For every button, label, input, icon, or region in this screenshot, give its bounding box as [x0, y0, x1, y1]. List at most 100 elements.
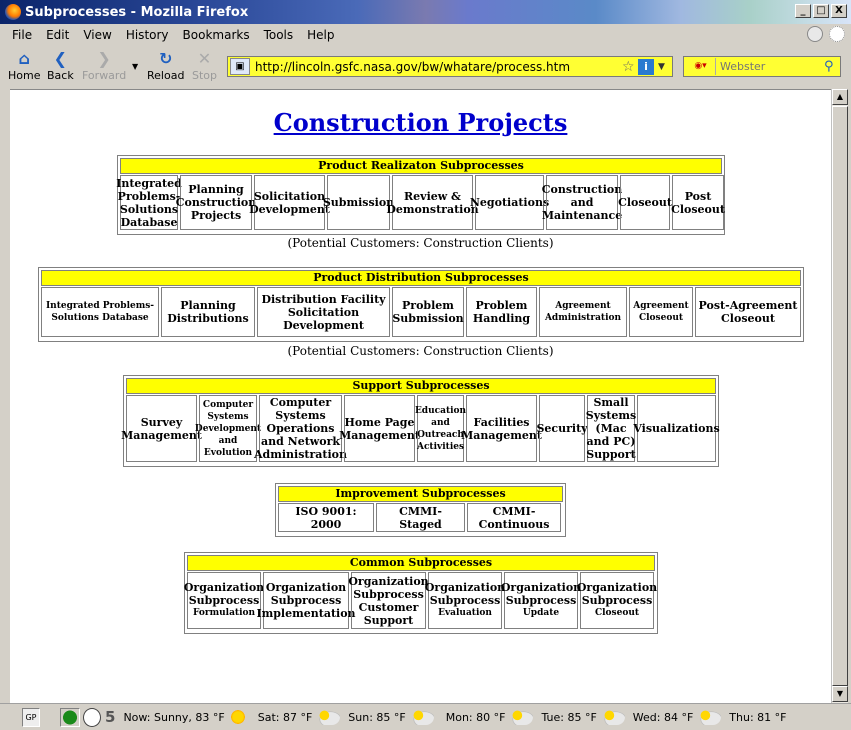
table-cell: Review & Demonstration [386, 175, 479, 230]
product-distribution-table: Product Distribution Subprocesses Integr… [38, 267, 804, 342]
home-label: Home [8, 69, 41, 82]
back-button[interactable]: ❮ Back [47, 50, 74, 83]
account-icon[interactable] [807, 26, 823, 42]
window-titlebar: Subprocesses - Mozilla Firefox _ □ X [0, 0, 851, 24]
menu-bar: File Edit View History Bookmarks Tools H… [0, 24, 851, 46]
close-button[interactable]: X [831, 4, 847, 18]
table-cell: Organization Subprocess Customer Support [348, 572, 429, 629]
bookmark-star-icon[interactable]: ☆ [622, 59, 638, 75]
green-status-icon[interactable] [60, 707, 80, 727]
home-button[interactable]: ⌂ Home [8, 50, 41, 83]
partly-cloudy-icon [697, 709, 722, 725]
table-cell: Organization Subprocess Closeout [576, 572, 658, 629]
cell-sub-text: Formulation [192, 608, 256, 618]
reload-button[interactable]: ↻ Reload [147, 50, 185, 83]
search-icon[interactable]: ⚲ [824, 59, 840, 74]
table-cell: Organization Subprocess Implementation [256, 572, 356, 629]
scroll-thumb[interactable] [832, 106, 848, 686]
stop-button[interactable]: ✕ Stop [192, 49, 217, 83]
menu-file[interactable]: File [12, 28, 32, 42]
maximize-button[interactable]: □ [813, 4, 829, 18]
table-header: Common Subprocesses [187, 555, 655, 571]
potential-customers-text: (Potential Customers: Construction Clien… [287, 236, 554, 250]
cell-main-text: Organization Subprocess [424, 581, 506, 607]
weather-wed[interactable]: Wed: 84 °F [633, 709, 722, 725]
weather-label: Mon: 80 °F [445, 710, 506, 724]
partly-cloudy-icon [409, 709, 434, 725]
weather-label: Sun: 85 °F [348, 710, 406, 724]
improvement-table: Improvement Subprocesses ISO 9001: 2000 … [275, 483, 566, 537]
window-title: Subprocesses - Mozilla Firefox [25, 4, 249, 20]
weather-sun[interactable]: Sun: 85 °F [348, 709, 434, 725]
history-dropdown-button[interactable]: ▼ [132, 62, 138, 71]
table-cell: Small Systems (Mac and PC) Support [585, 395, 637, 462]
cell-main-text: Organization Subprocess [183, 581, 265, 607]
menu-right-icons [807, 26, 845, 42]
menu-help[interactable]: Help [307, 28, 334, 42]
weather-now[interactable]: Now: Sunny, 83 °F [123, 709, 246, 725]
table-cell: Agreement Administration [539, 287, 627, 337]
stop-icon: ✕ [197, 49, 212, 68]
table-cell: Computer Systems Operations and Network … [254, 395, 348, 462]
address-bar[interactable]: ▣ http://lincoln.gsfc.nasa.gov/bw/whatar… [227, 56, 673, 77]
forward-arrow-icon: ❯ [97, 49, 111, 68]
page-content: Construction Projects Product Realizaton… [10, 89, 831, 703]
table-cell: Post Closeout [671, 175, 725, 230]
table-cell: Home Page Management [339, 395, 420, 462]
menu-history[interactable]: History [126, 28, 169, 42]
forward-button[interactable]: ❯ Forward [82, 49, 126, 83]
vertical-scrollbar[interactable]: ▲ ▼ [831, 89, 848, 703]
menu-bookmarks[interactable]: Bookmarks [183, 28, 250, 42]
weather-mon[interactable]: Mon: 80 °F [446, 709, 534, 725]
page-title[interactable]: Construction Projects [10, 108, 831, 137]
table-cell: Integrated Problems-Solutions Database [116, 175, 182, 230]
status-number[interactable]: 5 [105, 708, 115, 726]
table-cell: Organization Subprocess Evaluation [424, 572, 506, 629]
table-header: Product Distribution Subprocesses [41, 270, 801, 286]
table-header: Support Subprocesses [126, 378, 716, 394]
cell-sub-text: Implementation [256, 607, 356, 620]
table-cell: Survey Management [121, 395, 202, 462]
weather-label: Wed: 84 °F [632, 710, 694, 724]
cell-main-text: Organization Subprocess [576, 581, 658, 607]
table-cell: Problem Submission [392, 287, 464, 337]
table-cell: Security [536, 395, 588, 462]
dropdown-arrow-icon: ▼ [132, 62, 139, 71]
table-cell: CMMI- Staged [376, 503, 465, 532]
status-bar: GP 5 Now: Sunny, 83 °F Sat: 87 °F Sun: 8… [0, 703, 851, 730]
table-header: Product Realizaton Subprocesses [120, 158, 722, 174]
menu-view[interactable]: View [83, 28, 111, 42]
weather-tue[interactable]: Tue: 85 °F [541, 709, 625, 725]
table-cell: CMMI- Continuous [467, 503, 561, 532]
scroll-down-button[interactable]: ▼ [832, 686, 848, 702]
product-realization-table: Product Realizaton Subprocesses Integrat… [116, 155, 725, 235]
partly-cloudy-icon [316, 709, 341, 725]
table-cell: Problem Handling [466, 287, 537, 337]
url-dropdown-icon[interactable]: ▼ [658, 62, 672, 72]
weather-sat[interactable]: Sat: 87 °F [258, 709, 341, 725]
table-cell: Closeout [618, 175, 672, 230]
reload-label: Reload [147, 69, 185, 82]
navigation-toolbar: ⌂ Home ❮ Back ❯ Forward ▼ ↻ Reload ✕ Sto… [0, 46, 851, 86]
sun-icon [229, 709, 246, 725]
cell-sub-text: Update [522, 608, 560, 618]
table-cell: Planning Distributions [161, 287, 255, 337]
gp-indicator[interactable]: GP [22, 707, 40, 727]
table-cell: Agreement Closeout [629, 287, 693, 337]
url-text[interactable]: http://lincoln.gsfc.nasa.gov/bw/whatare/… [255, 60, 622, 74]
table-cell: Computer Systems Development and Evoluti… [195, 395, 261, 462]
site-identity-icon[interactable]: ▣ [230, 58, 250, 75]
table-cell: Negotiations [470, 175, 549, 230]
clock-icon[interactable] [83, 707, 101, 727]
info-icon[interactable]: i [638, 58, 654, 75]
minimize-button[interactable]: _ [795, 4, 811, 18]
menu-tools[interactable]: Tools [264, 28, 294, 42]
search-bar[interactable]: ◉▾ ⚲ [683, 56, 841, 77]
scroll-up-button[interactable]: ▲ [832, 89, 848, 105]
menu-edit[interactable]: Edit [46, 28, 69, 42]
table-cell: ISO 9001: 2000 [278, 503, 374, 532]
search-engine-icon[interactable]: ◉▾ [686, 58, 716, 75]
weather-thu[interactable]: Thu: 81 °F [729, 711, 786, 724]
potential-customers-text: (Potential Customers: Construction Clien… [287, 344, 554, 358]
search-input[interactable] [716, 59, 824, 74]
